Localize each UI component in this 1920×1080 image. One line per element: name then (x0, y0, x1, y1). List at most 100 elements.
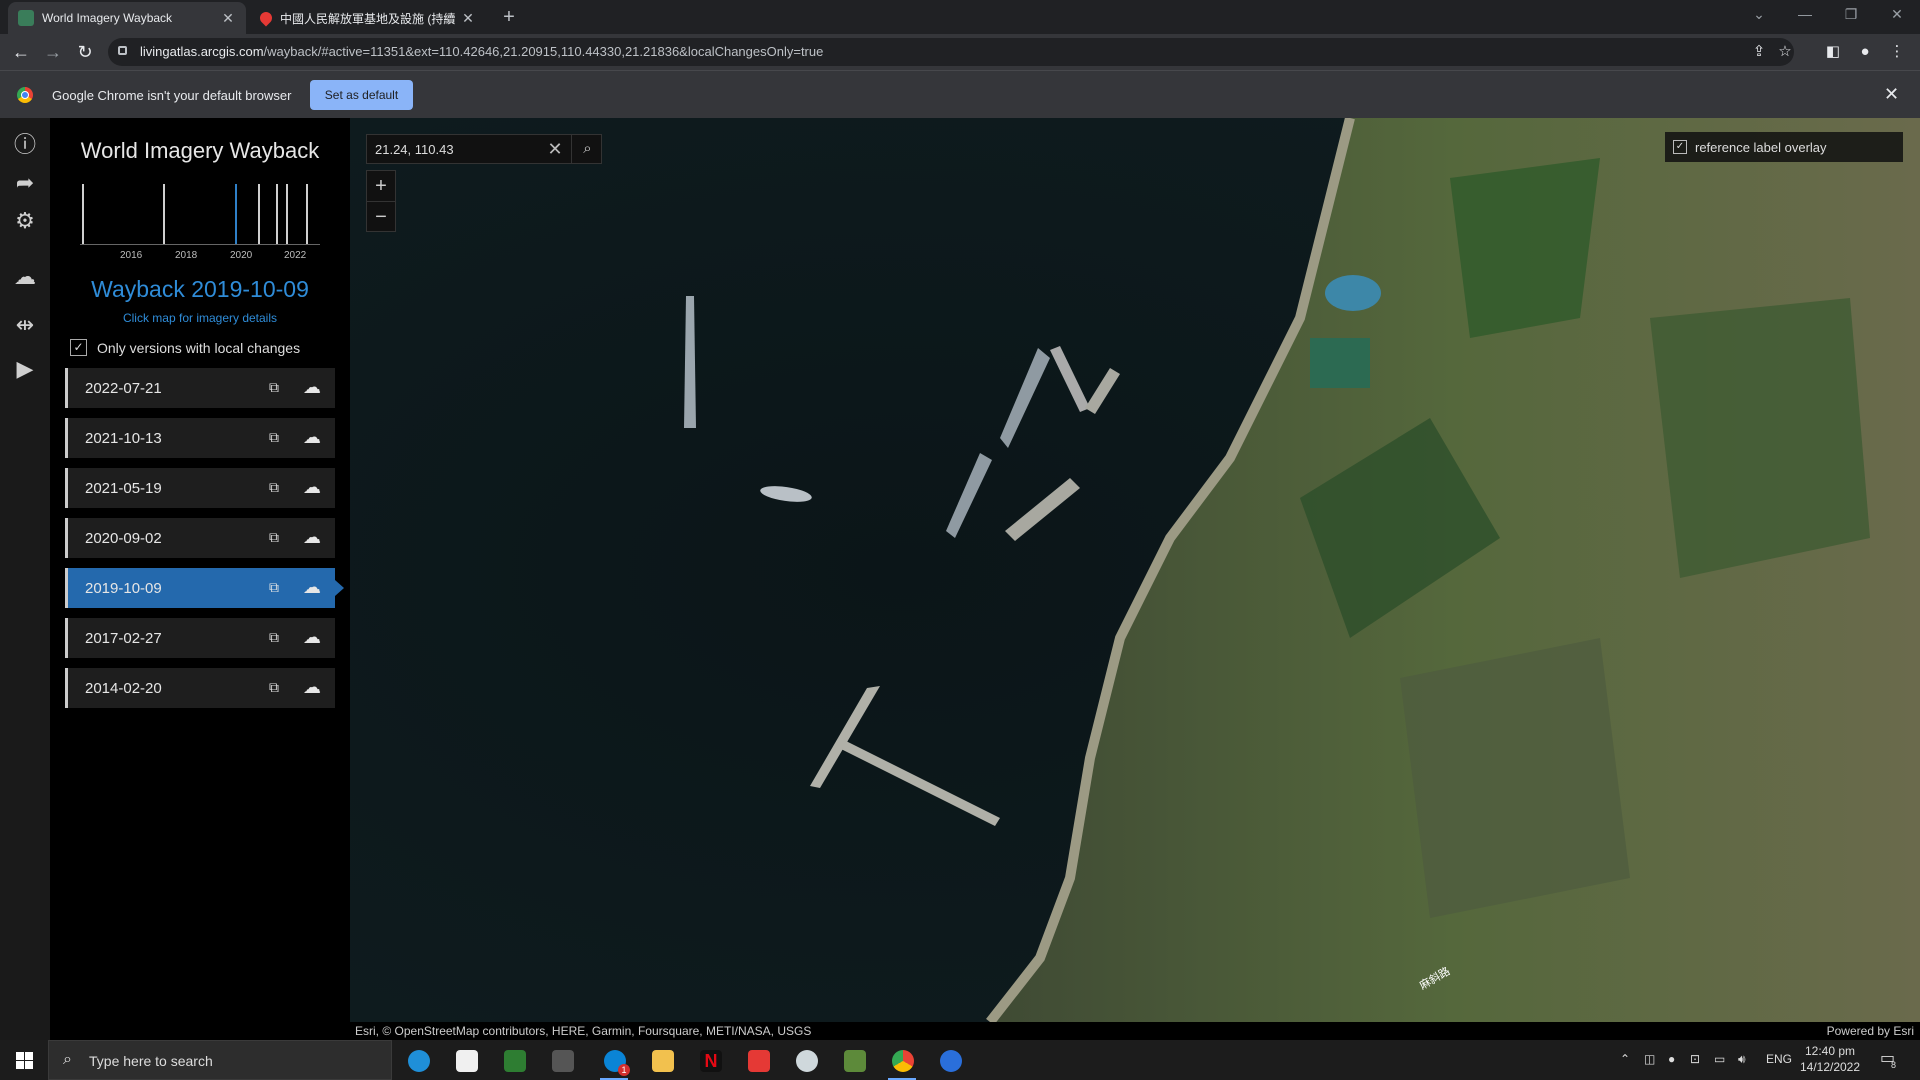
app-icon-bar: ⓘ ➦ ⚙ ☁ ⇹ ▶ (0, 118, 50, 1040)
close-window-button[interactable]: ✕ (1874, 0, 1920, 30)
wayback-favicon-icon (18, 10, 34, 26)
skype-app-icon[interactable]: 1 (592, 1044, 636, 1080)
coordinate-search[interactable]: ✕ ⌕ (366, 134, 602, 164)
timeline-year-label: 2016 (120, 250, 143, 261)
edge-app-icon[interactable] (396, 1044, 440, 1080)
store-app-icon[interactable] (444, 1044, 488, 1080)
open-external-icon[interactable]: ⧉ (266, 629, 282, 645)
volume-icon[interactable]: 🔊︎ (1738, 1052, 1746, 1067)
window-app-icon[interactable] (540, 1044, 584, 1080)
menu-kebab-icon[interactable]: ⋮ (1888, 43, 1906, 61)
show-hidden-icons-chevron-icon[interactable]: ⌃ (1620, 1052, 1630, 1066)
tab-pla-bases[interactable]: 中國人民解放軍基地及設施 (持續 ✕ (250, 2, 486, 34)
share-arrow-icon[interactable]: ➦ (10, 168, 40, 198)
tab-search-chevron-icon[interactable]: ⌄ (1736, 0, 1782, 30)
open-external-icon[interactable]: ⧉ (266, 679, 282, 695)
forward-button[interactable]: → (40, 39, 66, 65)
close-infobar-icon[interactable]: ✕ (1884, 84, 1899, 105)
clear-search-icon[interactable]: ✕ (544, 138, 566, 160)
file-explorer-icon[interactable] (640, 1044, 684, 1080)
info-icon[interactable]: ⓘ (10, 130, 40, 160)
satellite-map[interactable]: ✕ ⌕ + − ✓ reference label overlay 麻斜路 (350, 118, 1920, 1022)
cloud-upload-icon[interactable]: ☁ (300, 526, 324, 548)
cloud-sync-icon[interactable]: ☁ (10, 262, 40, 292)
timeline-bar[interactable] (258, 184, 260, 244)
tab-world-imagery-wayback[interactable]: World Imagery Wayback ✕ (8, 2, 246, 34)
bookmark-star-icon[interactable]: ☆ (1776, 43, 1794, 61)
powered-by-text[interactable]: Powered by Esri (1827, 1024, 1914, 1038)
language-indicator[interactable]: ENG (1766, 1052, 1792, 1066)
open-external-icon[interactable]: ⧉ (266, 479, 282, 495)
open-external-icon[interactable]: ⧉ (266, 379, 282, 395)
windows-taskbar: ⌕ Type here to search 1 N ⌃ ◫ ● ⊡ ▭ 🔊︎ E… (0, 1040, 1920, 1080)
share-icon[interactable]: ⇪ (1750, 43, 1768, 61)
open-external-icon[interactable]: ⧉ (266, 579, 282, 595)
open-external-icon[interactable]: ⧉ (266, 529, 282, 545)
version-item[interactable]: 2021-05-19 ⧉ ☁ (65, 468, 335, 508)
system-clock[interactable]: 12:40 pm 14/12/2022 (1794, 1043, 1866, 1075)
checkbox-check-icon[interactable]: ✓ (70, 339, 87, 356)
timeline-bar[interactable] (286, 184, 288, 244)
anydesk-app-icon[interactable] (736, 1044, 780, 1080)
version-date: 2020-09-02 (85, 530, 162, 547)
set-as-default-button[interactable]: Set as default (310, 80, 413, 110)
version-item[interactable]: 2020-09-02 ⧉ ☁ (65, 518, 335, 558)
restore-button[interactable]: ❐ (1828, 0, 1874, 30)
version-item[interactable]: 2022-07-21 ⧉ ☁ (65, 368, 335, 408)
cloud-upload-icon[interactable]: ☁ (300, 426, 324, 448)
close-tab-icon[interactable]: ✕ (460, 10, 476, 27)
version-item[interactable]: 2017-02-27 ⧉ ☁ (65, 618, 335, 658)
profile-icon[interactable]: ● (1856, 43, 1874, 61)
reload-button[interactable]: ↻ (72, 39, 98, 65)
microphone-icon[interactable]: ● (1668, 1052, 1675, 1066)
swipe-compare-icon[interactable]: ⇹ (10, 310, 40, 340)
search-input[interactable] (367, 135, 557, 163)
version-item[interactable]: 2014-02-20 ⧉ ☁ (65, 668, 335, 708)
version-date: 2017-02-27 (85, 630, 162, 647)
cloud-upload-icon[interactable]: ☁ (300, 576, 324, 598)
wayback-side-panel: World Imagery Wayback 2016 2018 2020 202… (50, 118, 350, 1040)
zoom-out-button[interactable]: − (367, 201, 395, 231)
start-button[interactable] (0, 1040, 48, 1080)
minimize-button[interactable]: — (1782, 0, 1828, 30)
timeline-bar[interactable] (276, 184, 278, 244)
tray-app-icon[interactable]: ⊡ (1690, 1052, 1700, 1066)
release-timeline[interactable]: 2016 2018 2020 2022 (80, 180, 325, 261)
back-button[interactable]: ← (8, 39, 34, 65)
side-panel-icon[interactable]: ◧ (1824, 43, 1842, 61)
timeline-year-label: 2022 (284, 250, 307, 261)
selected-release-title: Wayback 2019-10-09 (91, 276, 309, 302)
chrome-logo-icon (17, 87, 33, 103)
checkbox-check-icon[interactable]: ✓ (1673, 140, 1687, 154)
flight-app-icon[interactable] (784, 1044, 828, 1080)
network-icon[interactable]: ▭ (1714, 1052, 1725, 1066)
timeline-bar[interactable] (82, 184, 84, 244)
gear-icon[interactable]: ⚙ (10, 206, 40, 236)
close-tab-icon[interactable]: ✕ (220, 10, 236, 27)
chrome-app-icon[interactable] (880, 1044, 924, 1080)
cloud-upload-icon[interactable]: ☁ (300, 626, 324, 648)
taskbar-search[interactable]: ⌕ Type here to search (48, 1040, 392, 1080)
reference-label-toggle[interactable]: ✓ reference label overlay (1665, 132, 1903, 162)
open-external-icon[interactable]: ⧉ (266, 429, 282, 445)
cloud-upload-icon[interactable]: ☁ (300, 676, 324, 698)
cloud-upload-icon[interactable]: ☁ (300, 476, 324, 498)
timeline-bar[interactable] (306, 184, 308, 244)
minecraft-app-icon[interactable] (832, 1044, 876, 1080)
version-item[interactable]: 2021-10-13 ⧉ ☁ (65, 418, 335, 458)
version-item-selected[interactable]: 2019-10-09 ⧉ ☁ (65, 568, 344, 608)
search-icon[interactable]: ⌕ (571, 135, 603, 163)
cloud-upload-icon[interactable]: ☁ (300, 376, 324, 398)
address-bar[interactable]: livingatlas.arcgis.com/wayback/#active=1… (108, 38, 1794, 66)
netflix-app-icon[interactable]: N (688, 1044, 732, 1080)
zoom-in-button[interactable]: + (367, 171, 395, 201)
tray-app-icon[interactable]: ◫ (1644, 1052, 1655, 1066)
terminal-app-icon[interactable] (492, 1044, 536, 1080)
new-tab-button[interactable]: + (498, 6, 520, 28)
timeline-bar[interactable] (163, 184, 165, 244)
version-date: 2021-05-19 (85, 480, 162, 497)
google-earth-app-icon[interactable] (928, 1044, 972, 1080)
local-changes-checkbox[interactable]: ✓ Only versions with local changes (70, 339, 300, 356)
timeline-bar-selected[interactable] (235, 184, 237, 244)
play-animation-icon[interactable]: ▶ (10, 354, 40, 384)
